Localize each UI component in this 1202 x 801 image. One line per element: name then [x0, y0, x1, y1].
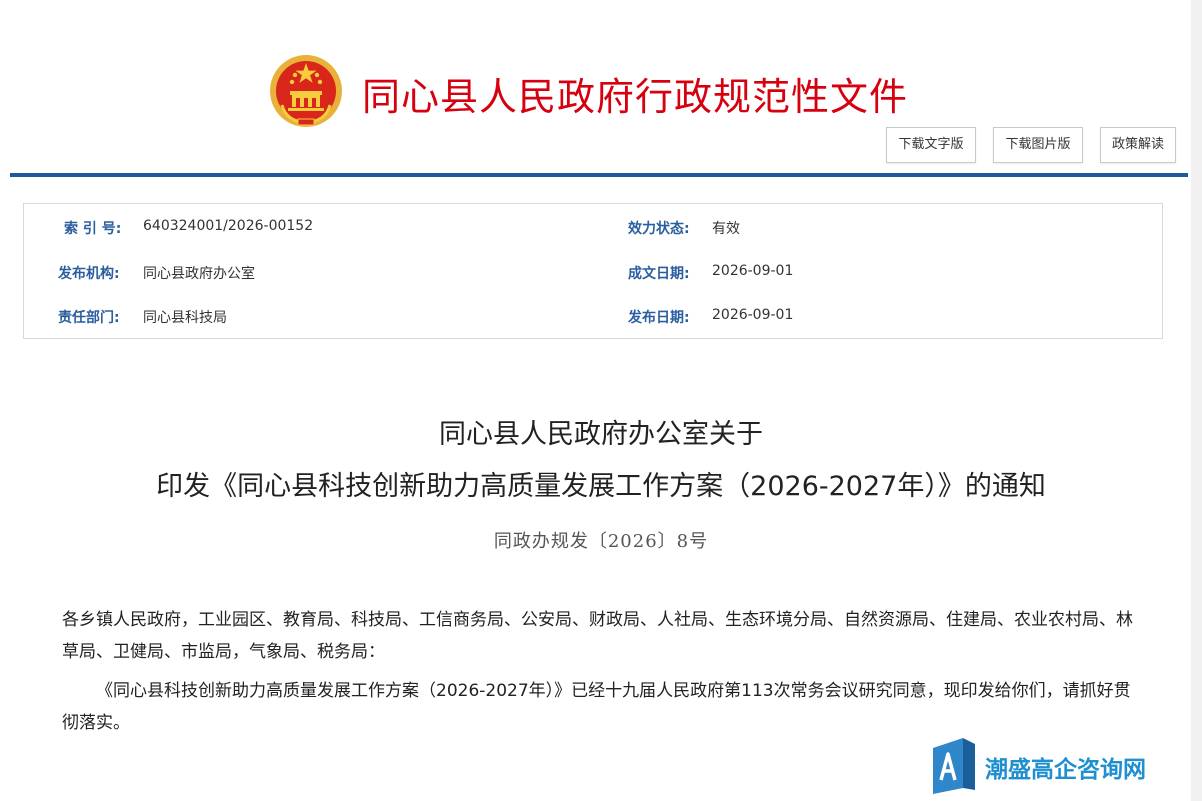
dept-value: 同心县科技局 — [143, 310, 227, 326]
document-metadata-table: 索 引 号: 640324001/2026-00152 效力状态: 有效 发布机… — [23, 203, 1163, 339]
publish-date-label: 发布日期: — [628, 310, 690, 326]
site-title: 同心县人民政府行政规范性文件 — [362, 75, 909, 119]
written-date-value: 2026-09-01 — [712, 263, 794, 279]
watermark: 潮盛高企咨询网 — [933, 738, 1193, 794]
document-title-line2: 印发《同心县科技创新助力高质量发展工作方案（2026-2027年）》的通知 — [156, 471, 1046, 502]
index-value: 640324001/2026-00152 — [143, 218, 314, 234]
page-header: 同心县人民政府行政规范性文件 下载文字版 下载图片版 政策解读 — [0, 0, 1202, 180]
header-divider — [10, 173, 1188, 177]
body-paragraph: 《同心县科技创新助力高质量发展工作方案（2026-2027年）》已经十九届人民政… — [62, 681, 1131, 733]
publisher-label: 发布机构: — [58, 266, 120, 282]
watermark-text: 潮盛高企咨询网 — [985, 756, 1146, 783]
dept-label: 责任部门: — [58, 310, 120, 326]
written-date-label: 成文日期: — [628, 266, 690, 282]
document-number: 同政办规发〔2026〕8号 — [493, 531, 709, 552]
index-label: 索 引 号: — [64, 221, 122, 237]
status-label: 效力状态: — [628, 221, 690, 237]
download-text-button[interactable]: 下载文字版 — [886, 127, 976, 163]
document-title-line1: 同心县人民政府办公室关于 — [439, 419, 763, 450]
recipients-paragraph: 各乡镇人民政府，工业园区、教育局、科技局、工信商务局、公安局、财政局、人社局、生… — [62, 610, 1133, 662]
download-image-button[interactable]: 下载图片版 — [993, 127, 1083, 163]
status-value: 有效 — [712, 221, 740, 237]
publish-date-value: 2026-09-01 — [712, 307, 794, 323]
watermark-logo-icon — [933, 738, 975, 794]
policy-interpretation-button[interactable]: 政策解读 — [1100, 127, 1176, 163]
publisher-value: 同心县政府办公室 — [143, 266, 255, 282]
national-emblem-icon — [270, 55, 342, 127]
